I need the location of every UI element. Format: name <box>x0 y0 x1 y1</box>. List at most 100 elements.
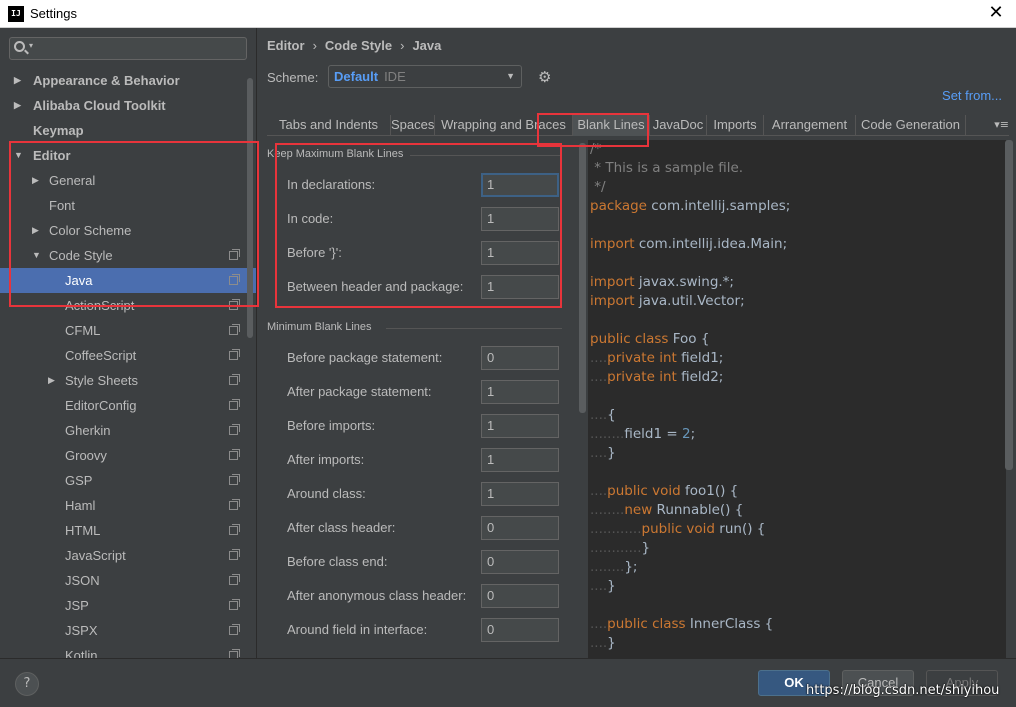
sidebar-item-javascript[interactable]: JavaScript <box>0 543 256 568</box>
blank-lines-number-field[interactable]: 1 <box>481 482 559 506</box>
sidebar-item-label: JavaScript <box>65 548 126 563</box>
code-line: ........}; <box>590 558 637 577</box>
code-style-panel: Editor › Code Style › Java Scheme: Default ID… <box>258 28 1016 658</box>
code-token: ........ <box>590 559 625 575</box>
tab-overflow-icon[interactable]: ▾≡ <box>994 115 1009 135</box>
tab-spaces[interactable]: Spaces <box>391 115 435 136</box>
sidebar-item-gsp[interactable]: GSP <box>0 468 256 493</box>
gear-icon[interactable]: ⚙ <box>538 68 551 86</box>
tab-wrapping-and-braces[interactable]: Wrapping and Braces <box>435 115 573 136</box>
help-button[interactable]: ? <box>15 672 39 696</box>
code-preview-scrollbar[interactable] <box>1005 140 1013 470</box>
code-token: new <box>624 502 657 518</box>
collapse-arrow-icon[interactable]: ▶ <box>14 68 21 93</box>
collapse-arrow-icon[interactable]: ▶ <box>32 168 39 193</box>
sidebar-item-coffeescript[interactable]: CoffeeScript <box>0 343 256 368</box>
settings-search-input[interactable]: ▾ <box>9 37 247 60</box>
sidebar-item-label: JSP <box>65 598 89 613</box>
sidebar-item-style-sheets[interactable]: ▶ Style Sheets <box>0 368 256 393</box>
sidebar-item-font[interactable]: Font <box>0 193 256 218</box>
sidebar-item-groovy[interactable]: Groovy <box>0 443 256 468</box>
sidebar-item-label: Style Sheets <box>65 373 138 388</box>
sidebar-item-html[interactable]: HTML <box>0 518 256 543</box>
code-token: field1 = <box>624 426 682 442</box>
blank-lines-number-field[interactable]: 0 <box>481 346 559 370</box>
sidebar-item-label: CoffeeScript <box>65 348 137 363</box>
tab-code-generation[interactable]: Code Generation <box>856 115 966 136</box>
sidebar-item-editor[interactable]: ▼ Editor <box>0 143 256 168</box>
sidebar-scrollbar-thumb[interactable] <box>247 78 253 338</box>
blank-lines-number-field[interactable]: 1 <box>481 207 559 231</box>
code-token: public class <box>590 331 673 347</box>
sidebar-item-label: CFML <box>65 323 101 338</box>
blank-lines-number-field[interactable]: 0 <box>481 550 559 574</box>
code-token: ........ <box>590 426 625 442</box>
sidebar-item-editorconfig[interactable]: EditorConfig <box>0 393 256 418</box>
copy-scheme-icon <box>229 524 240 535</box>
code-token: package <box>590 198 652 214</box>
sidebar-item-label: JSON <box>65 573 100 588</box>
sidebar-item-keymap[interactable]: Keymap <box>0 118 256 143</box>
set-from-link[interactable]: Set from... <box>942 88 1002 103</box>
sidebar-item-label: HTML <box>65 523 101 538</box>
code-token: } <box>607 635 616 651</box>
blank-lines-number-field[interactable]: 0 <box>481 618 559 642</box>
code-line: ....private int field1; <box>590 349 723 368</box>
sidebar-item-label: Appearance & Behavior <box>33 73 180 88</box>
sidebar-item-cfml[interactable]: CFML <box>0 318 256 343</box>
blank-lines-number-field[interactable]: 1 <box>481 173 559 197</box>
collapse-arrow-icon[interactable]: ▶ <box>32 218 39 243</box>
tab-blank-lines[interactable]: Blank Lines <box>573 115 650 136</box>
sidebar-item-jsp[interactable]: JSP <box>0 593 256 618</box>
min-blank-group-title: Minimum Blank Lines <box>267 321 372 333</box>
sidebar-item-java[interactable]: Java <box>0 268 256 293</box>
sidebar-item-kotlin[interactable]: Kotlin <box>0 643 256 658</box>
tab-javadoc[interactable]: JavaDoc <box>650 115 707 136</box>
code-token: { <box>607 407 616 423</box>
sidebar-item-appearance-behavior[interactable]: ▶ Appearance & Behavior <box>0 68 256 93</box>
form-scrollbar[interactable] <box>579 143 586 413</box>
blank-lines-number-field[interactable]: 1 <box>481 380 559 404</box>
scheme-dropdown[interactable]: Default IDE ▼ <box>328 65 522 88</box>
sidebar-item-haml[interactable]: Haml <box>0 493 256 518</box>
blank-lines-row-label: After imports: <box>287 452 365 467</box>
sidebar-item-general[interactable]: ▶ General <box>0 168 256 193</box>
sidebar-item-label: Alibaba Cloud Toolkit <box>33 98 166 113</box>
expand-arrow-icon[interactable]: ▼ <box>32 243 41 268</box>
copy-scheme-icon <box>229 274 240 285</box>
code-token: */ <box>590 179 606 195</box>
sidebar-item-actionscript[interactable]: ActionScript <box>0 293 256 318</box>
breadcrumb-separator: › <box>400 38 405 53</box>
sidebar-item-json[interactable]: JSON <box>0 568 256 593</box>
sidebar-item-code-style[interactable]: ▼ Code Style <box>0 243 256 268</box>
code-token: com.intellij.idea.Main; <box>638 236 788 252</box>
tab-arrangement[interactable]: Arrangement <box>764 115 856 136</box>
blank-lines-number-field[interactable]: 1 <box>481 448 559 472</box>
scheme-kind: IDE <box>384 69 406 84</box>
collapse-arrow-icon[interactable]: ▶ <box>48 368 55 393</box>
sidebar-item-alibaba-cloud-toolkit[interactable]: ▶ Alibaba Cloud Toolkit <box>0 93 256 118</box>
code-line: ....public void foo1() { <box>590 482 738 501</box>
blank-lines-number-field[interactable]: 1 <box>481 241 559 265</box>
blank-lines-number-field[interactable]: 0 <box>481 516 559 540</box>
close-icon[interactable]: ✕ <box>986 2 1006 24</box>
code-line: ........field1 = 2; <box>590 425 695 444</box>
blank-lines-number-field[interactable]: 0 <box>481 584 559 608</box>
code-token: .... <box>590 483 608 499</box>
blank-lines-number-field[interactable]: 1 <box>481 275 559 299</box>
sidebar-scrollbar[interactable] <box>247 68 253 658</box>
blank-lines-number-field[interactable]: 1 <box>481 414 559 438</box>
sidebar-item-color-scheme[interactable]: ▶ Color Scheme <box>0 218 256 243</box>
code-token: run() { <box>719 521 766 537</box>
tab-bar: ▾≡ Tabs and Indents Spaces Wrapping and Br… <box>267 115 1009 136</box>
tab-imports[interactable]: Imports <box>707 115 764 136</box>
collapse-arrow-icon[interactable]: ▶ <box>14 93 21 118</box>
sidebar-item-gherkin[interactable]: Gherkin <box>0 418 256 443</box>
tab-tabs-and-indents[interactable]: Tabs and Indents <box>267 115 391 136</box>
sidebar-item-label: Color Scheme <box>49 223 132 238</box>
code-token: import <box>590 274 639 290</box>
sidebar-item-jspx[interactable]: JSPX <box>0 618 256 643</box>
code-line: /* <box>590 140 601 159</box>
expand-arrow-icon[interactable]: ▼ <box>14 143 23 168</box>
code-line: package com.intellij.samples; <box>590 197 790 216</box>
